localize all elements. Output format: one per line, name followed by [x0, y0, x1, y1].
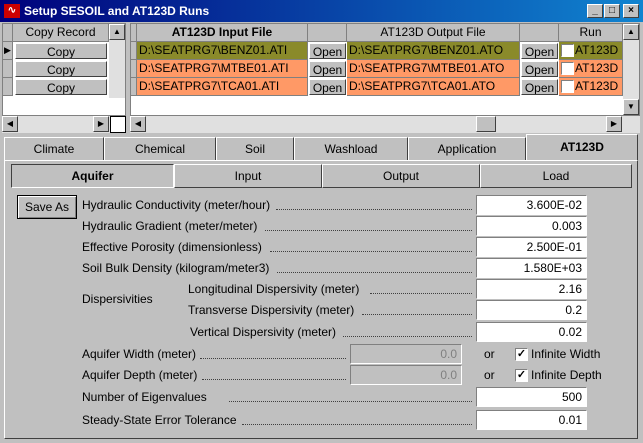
vertical-dispersivity-input[interactable]: 0.02: [476, 322, 587, 342]
run-checkbox[interactable]: [561, 44, 574, 57]
longitudinal-dispersivity-input[interactable]: 2.16: [476, 279, 587, 299]
open-output-button[interactable]: Open: [521, 61, 558, 77]
scroll-left-icon[interactable]: ◀: [2, 116, 18, 132]
dispersivities-label: Dispersivities: [82, 292, 153, 306]
run-header: Run: [559, 24, 623, 42]
or-label: or: [484, 347, 495, 361]
eigenvalues-label: Number of Eigenvalues: [82, 390, 207, 404]
output-file-cell[interactable]: D:\SEATPRG7\BENZ01.ATO: [347, 42, 520, 60]
tab-chemical[interactable]: Chemical: [104, 137, 216, 161]
copy-record-header: Copy Record: [13, 24, 109, 42]
title-bar: ∿ Setup SESOIL and AT123D Runs _ □ ×: [0, 0, 643, 22]
vertical-scrollbar[interactable]: ▲: [109, 24, 125, 98]
aquifer-depth-label: Aquifer Depth (meter): [82, 368, 198, 382]
window-title: Setup SESOIL and AT123D Runs: [24, 4, 210, 18]
horizontal-scrollbar-right[interactable]: ◀ ▶: [130, 116, 640, 133]
input-file-header: AT123D Input File: [137, 24, 308, 42]
input-file-cell[interactable]: D:\SEATPRG7\MTBE01.ATI: [137, 60, 308, 78]
subtab-load[interactable]: Load: [480, 164, 632, 188]
effective-porosity-label: Effective Porosity (dimensionless): [82, 240, 262, 254]
subtab-aquifer[interactable]: Aquifer: [11, 164, 174, 188]
open-input-button[interactable]: Open: [309, 79, 346, 95]
run-cell[interactable]: AT123D: [559, 60, 623, 78]
error-tolerance-label: Steady-State Error Tolerance: [82, 413, 237, 427]
open-input-button[interactable]: Open: [309, 43, 346, 59]
vertical-scrollbar[interactable]: ▲ ▼: [623, 24, 639, 115]
tab-climate[interactable]: Climate: [4, 137, 104, 161]
longitudinal-dispersivity-label: Longitudinal Dispersivity (meter): [188, 282, 360, 296]
copy-button[interactable]: Copy: [15, 79, 107, 95]
tab-washload[interactable]: Washload: [294, 137, 408, 161]
infinite-width-checkbox[interactable]: ✓: [515, 348, 528, 361]
copy-button[interactable]: Copy: [15, 61, 107, 77]
infinite-depth-checkbox[interactable]: ✓: [515, 369, 528, 382]
output-file-header: AT123D Output File: [347, 24, 520, 42]
scroll-thumb[interactable]: [476, 116, 496, 132]
horizontal-scrollbar-left[interactable]: ◀ ▶: [2, 116, 126, 133]
copy-button[interactable]: Copy: [15, 43, 107, 59]
effective-porosity-input[interactable]: 2.500E-01: [476, 237, 587, 257]
run-checkbox[interactable]: [561, 62, 574, 75]
run-checkbox[interactable]: [561, 80, 574, 93]
scroll-right-icon[interactable]: ▶: [93, 116, 109, 132]
hydraulic-conductivity-label: Hydraulic Conductivity (meter/hour): [82, 198, 271, 212]
app-icon: ∿: [4, 4, 20, 18]
scroll-up-icon[interactable]: ▲: [623, 24, 639, 40]
close-button[interactable]: ×: [623, 4, 639, 18]
scroll-left-icon[interactable]: ◀: [130, 116, 146, 132]
run-cell[interactable]: AT123D: [559, 78, 623, 96]
hydraulic-gradient-input[interactable]: 0.003: [476, 216, 587, 236]
soil-bulk-density-label: Soil Bulk Density (kilogram/meter3): [82, 261, 270, 275]
subtab-input[interactable]: Input: [174, 164, 322, 188]
tab-at123d[interactable]: AT123D: [526, 134, 638, 161]
infinite-depth-label: Infinite Depth: [531, 368, 602, 382]
copy-grid: Copy Record ▶ Copy Copy Copy ▲: [2, 23, 126, 116]
tab-soil[interactable]: Soil: [216, 137, 294, 161]
scroll-down-icon[interactable]: ▼: [623, 99, 639, 115]
save-as-button[interactable]: Save As: [17, 195, 77, 219]
output-file-cell[interactable]: D:\SEATPRG7\TCA01.ATO: [347, 78, 520, 96]
aquifer-width-input[interactable]: 0.0: [350, 344, 462, 364]
subtab-output[interactable]: Output: [322, 164, 480, 188]
open-output-button[interactable]: Open: [521, 79, 558, 95]
soil-bulk-density-input[interactable]: 1.580E+03: [476, 258, 587, 278]
output-file-cell[interactable]: D:\SEATPRG7\MTBE01.ATO: [347, 60, 520, 78]
open-input-button[interactable]: Open: [309, 61, 346, 77]
scroll-right-icon[interactable]: ▶: [606, 116, 622, 132]
open-output-button[interactable]: Open: [521, 43, 558, 59]
transverse-dispersivity-label: Transverse Dispersivity (meter): [188, 303, 355, 317]
hydraulic-conductivity-input[interactable]: 3.600E-02: [476, 195, 587, 215]
transverse-dispersivity-input[interactable]: 0.2: [476, 300, 587, 320]
eigenvalues-input[interactable]: 500: [476, 387, 587, 407]
aquifer-width-label: Aquifer Width (meter): [82, 347, 197, 361]
maximize-button[interactable]: □: [604, 4, 620, 18]
infinite-width-label: Infinite Width: [531, 347, 601, 361]
aquifer-depth-input[interactable]: 0.0: [350, 365, 462, 385]
scroll-up-icon[interactable]: ▲: [109, 24, 125, 40]
hydraulic-gradient-label: Hydraulic Gradient (meter/meter): [82, 219, 258, 233]
tab-application[interactable]: Application: [408, 137, 526, 161]
error-tolerance-input[interactable]: 0.01: [476, 410, 587, 430]
or-label: or: [484, 368, 495, 382]
input-file-cell[interactable]: D:\SEATPRG7\BENZ01.ATI: [137, 42, 308, 60]
run-cell[interactable]: AT123D: [559, 42, 623, 60]
minimize-button[interactable]: _: [587, 4, 603, 18]
files-grid: AT123D Input File AT123D Output File Run…: [130, 23, 640, 116]
vertical-dispersivity-label: Vertical Dispersivity (meter): [190, 325, 337, 339]
input-file-cell[interactable]: D:\SEATPRG7\TCA01.ATI: [137, 78, 308, 96]
row-indicator-icon: ▶: [3, 42, 13, 60]
